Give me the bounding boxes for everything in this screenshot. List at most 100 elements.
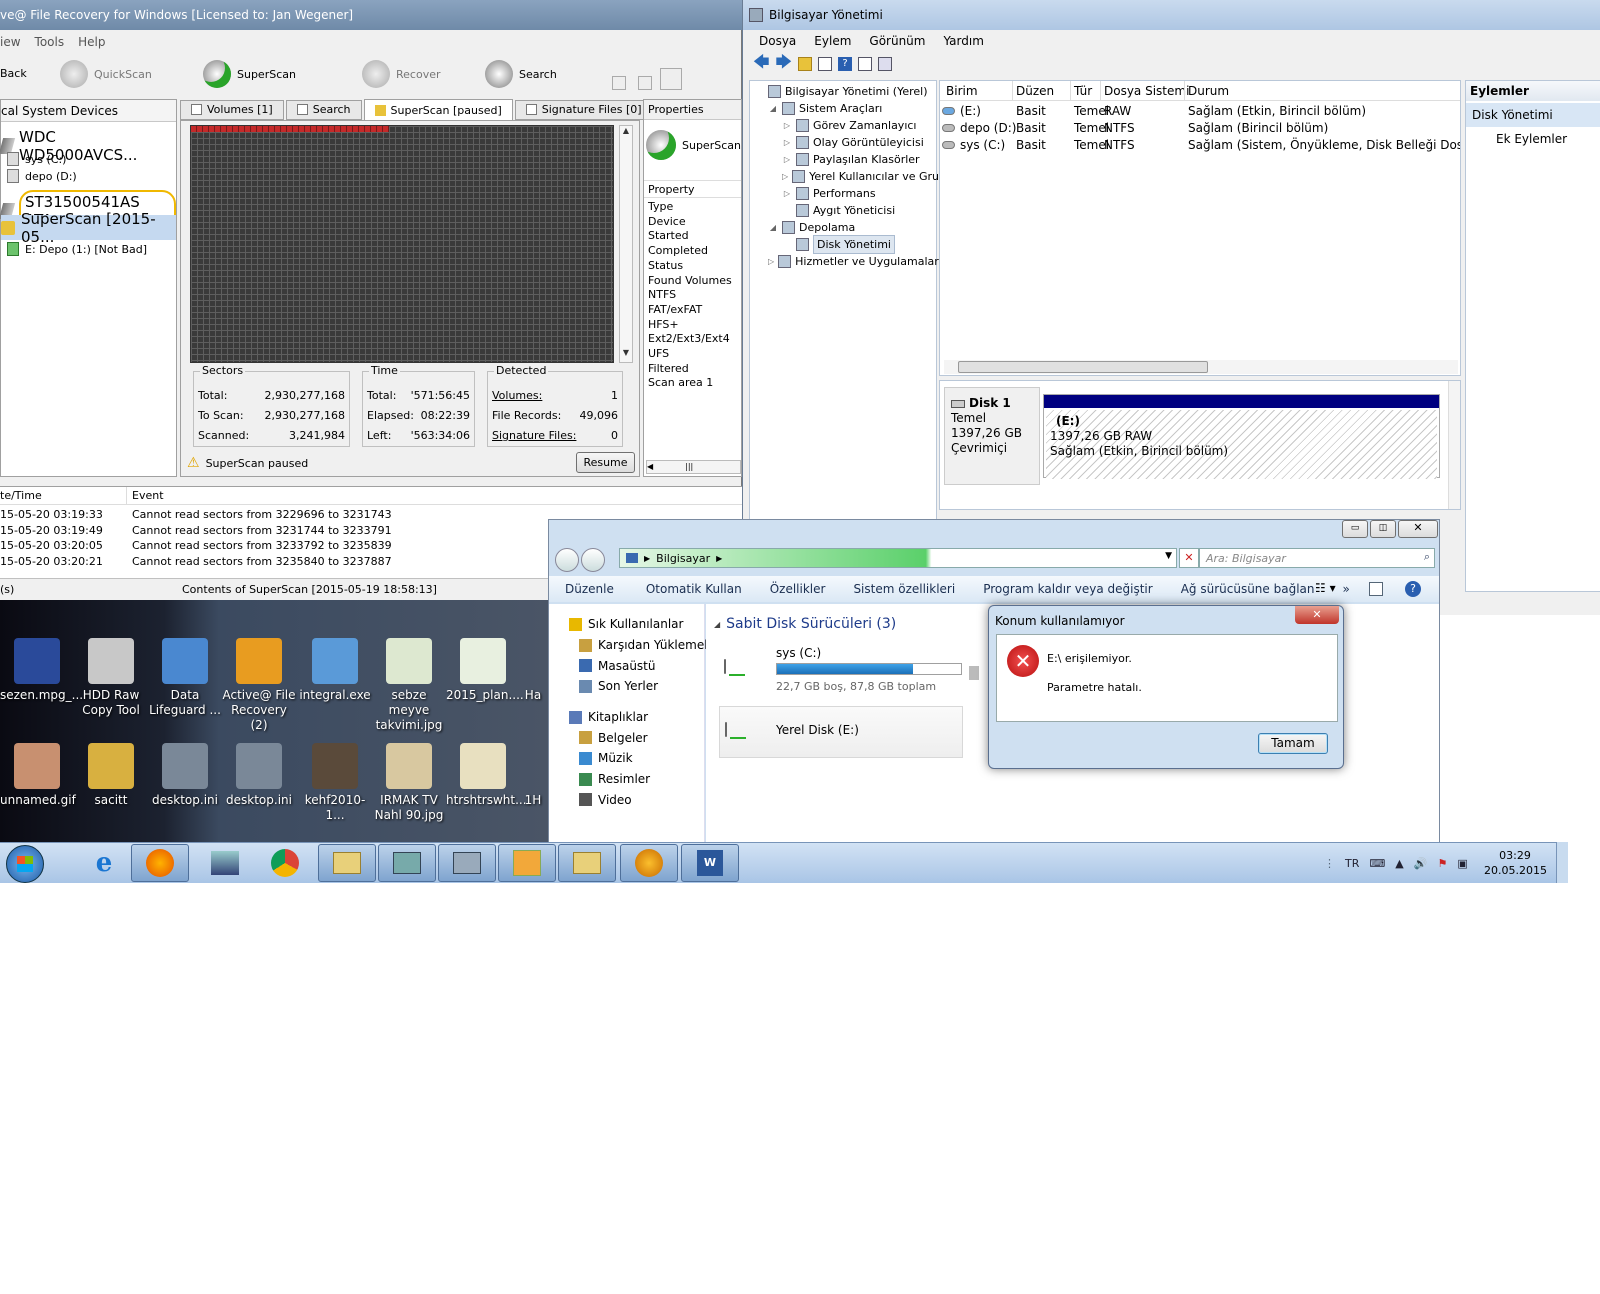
detected-volumes-link[interactable]: Volumes:	[492, 389, 542, 402]
desktop-icon[interactable]: sacitt	[74, 743, 148, 808]
search-button[interactable]: Search	[485, 60, 557, 88]
desktop-icon[interactable]: desktop.ini	[148, 743, 222, 808]
explorer-search-box[interactable]: Ara: Bilgisayar ⌕	[1199, 548, 1435, 568]
properties-hscroll[interactable]: ◀ |||	[646, 460, 741, 474]
desktop-icon[interactable]: kehf2010-1...	[298, 743, 372, 823]
tree-item[interactable]: Bilgisayar Yönetimi (Yerel)	[750, 83, 936, 100]
desktop-icon[interactable]: IRMAK TV Nahl 90.jpg	[372, 743, 446, 823]
keyboard-icon[interactable]: ⌨	[1369, 857, 1385, 870]
taskbar-network[interactable]	[196, 844, 254, 882]
menu-view[interactable]: iew	[0, 35, 21, 49]
back-button[interactable]: Back	[0, 67, 27, 80]
flag-icon[interactable]: ⚑	[1437, 857, 1447, 870]
menu-dosya[interactable]: Dosya	[759, 34, 796, 48]
expand-arrow-icon[interactable]: ▷	[768, 253, 774, 270]
superscan-button[interactable]: SuperScan	[203, 60, 296, 88]
nav-item[interactable]: Resimler	[549, 769, 704, 790]
device-item-e-depo[interactable]: E: Depo (1:) [Not Bad]	[7, 242, 147, 256]
tab-search[interactable]: Search	[285, 99, 362, 120]
tab-superscan[interactable]: SuperScan [paused]	[363, 98, 513, 121]
small-tool-icon-2[interactable]	[638, 76, 652, 90]
tab-signature-files[interactable]: Signature Files [0]	[514, 99, 653, 120]
clock[interactable]: 03:29 20.05.2015	[1484, 848, 1547, 878]
expand-arrow-icon[interactable]: ▷	[782, 185, 792, 202]
command-item[interactable]: Otomatik Kullan	[646, 582, 756, 596]
tree-item[interactable]: ▷ Görev Zamanlayıcı	[750, 117, 936, 134]
menu-yardim[interactable]: Yardım	[943, 34, 983, 48]
nav-item[interactable]: Sık Kullanılanlar	[549, 614, 704, 635]
log-col-time[interactable]: te/Time	[0, 489, 42, 502]
tree-item[interactable]: ◢ Sistem Araçları	[750, 100, 936, 117]
nav-item[interactable]: Masaüstü	[549, 655, 704, 676]
desktop-icon[interactable]: integral.exe	[298, 638, 372, 703]
menu-tools[interactable]: Tools	[35, 35, 65, 49]
taskbar-folder[interactable]	[318, 844, 376, 882]
actions-more[interactable]: Ek Eylemler	[1466, 127, 1600, 151]
nav-item[interactable]: Kitaplıklar	[549, 707, 704, 728]
show-desktop-button[interactable]	[1556, 842, 1568, 883]
expand-arrow-icon[interactable]: ▷	[782, 151, 792, 168]
device-item-superscan[interactable]: SuperScan [2015-05...	[1, 210, 176, 246]
address-stop-icon[interactable]: ✕	[1179, 548, 1199, 568]
log-row[interactable]: 15-05-20 03:20:05 Cannot read sectors fro…	[0, 538, 392, 554]
minimize-button[interactable]: ▭	[1342, 520, 1368, 538]
taskbar-computer-management[interactable]	[378, 844, 436, 882]
nav-forward-button[interactable]	[581, 548, 605, 572]
desktop-icon[interactable]: HDD Raw Copy Tool	[74, 638, 148, 718]
group-header[interactable]: ◢ Sabit Disk Sürücüleri (3)	[714, 616, 896, 632]
desktop-icon[interactable]: 1H	[518, 743, 548, 808]
close-button[interactable]: ✕	[1398, 520, 1438, 538]
desktop-icon[interactable]: 2015_plan....	[446, 638, 524, 703]
desktop-icon[interactable]: Active@ File Recovery (2)	[222, 638, 296, 733]
nav-item[interactable]: Belgeler	[549, 727, 704, 748]
tree-item[interactable]: ▷ Paylaşılan Klasörler	[750, 151, 936, 168]
tree-item[interactable]: ▷ Yerel Kullanıcılar ve Gru	[750, 168, 939, 185]
desktop-icon[interactable]: Data Lifeguard ...	[148, 638, 222, 718]
command-item[interactable]: Özellikler	[770, 582, 840, 596]
address-dropdown-icon[interactable]: ▼	[1165, 551, 1172, 561]
nav-item[interactable]: Son Yerler	[549, 676, 704, 697]
back-arrow-icon[interactable]: 🡄	[753, 51, 770, 78]
log-row[interactable]: 15-05-20 03:20:21 Cannot read sectors fro…	[0, 554, 392, 570]
drive-sys-c[interactable]: sys (C:) 22,7 GB boş, 87,8 GB toplam	[720, 644, 970, 694]
tree-item[interactable]: ◢ Depolama	[750, 219, 936, 236]
nav-item[interactable]: Video	[549, 790, 704, 811]
command-item[interactable]: Düzenle	[565, 582, 628, 596]
tree-item[interactable]: ▷ Performans	[750, 185, 936, 202]
forward-arrow-icon[interactable]: 🡆	[776, 51, 793, 78]
pane-icon[interactable]	[858, 57, 873, 71]
taskbar-hdd-tool[interactable]	[438, 844, 496, 882]
resume-button[interactable]: Resume	[576, 452, 635, 473]
log-col-event[interactable]: Event	[132, 489, 164, 502]
nav-back-button[interactable]	[555, 548, 579, 572]
desktop-icon[interactable]: unnamed.gif	[0, 743, 76, 808]
tree-item[interactable]: Disk Yönetimi	[750, 235, 936, 254]
help-icon[interactable]: ?	[838, 57, 853, 71]
menu-help[interactable]: Help	[78, 35, 105, 49]
volume-row[interactable]: depo (D:) Basit Temel NTFS Sağlam (Birincil …	[940, 120, 1460, 137]
device-item-depo[interactable]: depo (D:)	[7, 169, 77, 183]
volume-col-header[interactable]: Birim	[946, 84, 978, 98]
tree-item[interactable]: ▷ Olay Görüntüleyicisi	[750, 134, 936, 151]
taskbar-chrome[interactable]	[256, 844, 314, 882]
desktop-icon[interactable]: desktop.ini	[222, 743, 296, 808]
help-circle-icon[interactable]: ?	[1405, 581, 1421, 597]
small-tool-icon-1[interactable]	[612, 76, 626, 90]
desktop-icon[interactable]: Ha	[518, 638, 548, 703]
taskbar-explorer[interactable]	[558, 844, 616, 882]
expand-arrow-icon[interactable]: ◢	[768, 100, 778, 117]
expand-arrow-icon[interactable]: ▷	[782, 168, 788, 185]
view-options-icon[interactable]: ☷ ▾	[1315, 581, 1336, 595]
volume-icon[interactable]: 🔊	[1414, 857, 1428, 870]
desktop-icon[interactable]: htrshtrswht...	[446, 743, 527, 808]
command-item[interactable]: »	[1342, 582, 1363, 596]
menu-eylem[interactable]: Eylem	[814, 34, 851, 48]
log-row[interactable]: 15-05-20 03:19:49 Cannot read sectors fro…	[0, 523, 392, 539]
taskbar-word[interactable]: W	[681, 844, 739, 882]
maximize-button[interactable]: ◫	[1370, 520, 1396, 538]
language-indicator[interactable]: TR	[1345, 857, 1359, 870]
taskbar-ie[interactable]: e	[75, 844, 133, 882]
address-bilgisayar[interactable]: Bilgisayar	[656, 552, 710, 565]
volume-col-header[interactable]: Durum	[1188, 84, 1229, 98]
tray-expand-icon[interactable]: ▲	[1395, 857, 1403, 870]
